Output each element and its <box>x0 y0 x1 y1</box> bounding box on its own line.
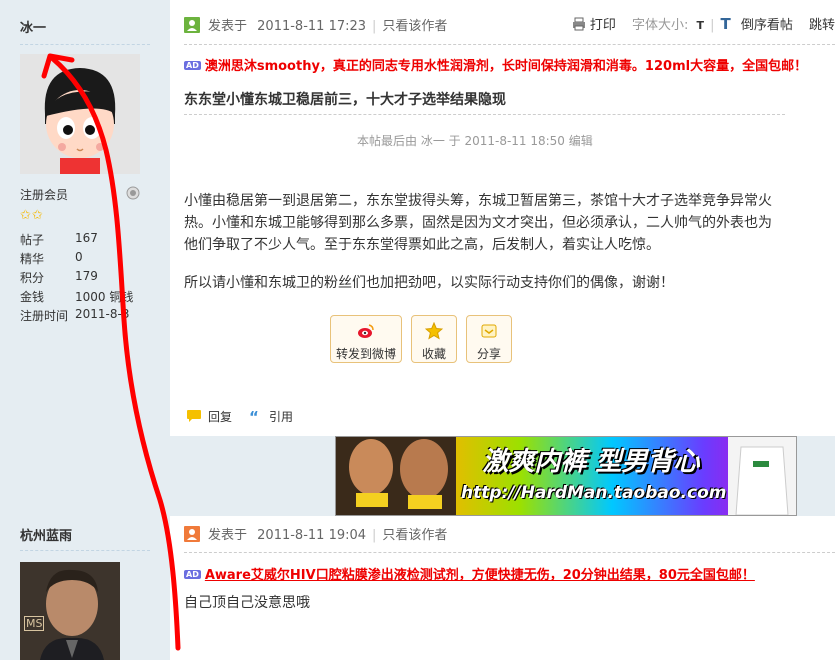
reverse-order-link[interactable]: 倒序看帖 <box>741 18 793 33</box>
banner-headline: 激爽内裤 型男背心 <box>482 447 700 477</box>
cartoon-avatar-image <box>20 54 140 174</box>
user-group[interactable]: 注册会员 <box>20 186 68 203</box>
share-button-label: 转发到微博 <box>335 347 396 361</box>
post1-header: 发表于 2011-8-11 17:23 | 只看该作者 <box>184 15 447 39</box>
jump-link[interactable]: 跳转 <box>809 18 835 33</box>
share-button-label: 分享 <box>476 347 501 361</box>
stat-points: 积分 179 <box>20 269 170 287</box>
stat-value[interactable]: 179 <box>75 269 98 283</box>
reply-label[interactable]: 回复 <box>208 410 232 424</box>
online-status-icon <box>126 186 140 200</box>
post2-author-name[interactable]: 杭州蓝雨 <box>20 525 72 544</box>
avatar-watermark: MS <box>24 616 45 631</box>
stat-label: 金钱 <box>20 290 45 304</box>
posted-time: 2011-8-11 17:23 <box>257 19 367 34</box>
favorite-button[interactable]: 收藏 <box>411 315 457 363</box>
stat-value[interactable]: 0 <box>75 250 83 264</box>
banner-url[interactable]: http://HardMan.taobao.com <box>461 483 726 503</box>
quote-link[interactable]: “ 引用 <box>249 408 293 426</box>
edited-note: 本帖最后由 冰一 于 2011-8-11 18:50 编辑 <box>357 134 593 148</box>
stat-label: 积分 <box>20 271 45 285</box>
post-author-icon <box>184 526 200 542</box>
only-author-link[interactable]: 只看该作者 <box>382 528 447 543</box>
reply-link[interactable]: 回复 <box>186 408 232 425</box>
post2-header: 发表于 2011-8-11 19:04 | 只看该作者 <box>184 524 447 548</box>
post1-avatar[interactable] <box>20 54 140 174</box>
posted-label: 发表于 <box>208 19 248 34</box>
post2-ad[interactable]: AD Aware艾威尔HIV口腔粘膜渗出液检测试剂，方便快捷无伤，20分钟出结果，… <box>184 564 755 583</box>
font-size-label: 字体大小: <box>632 18 689 33</box>
star-icon <box>412 321 456 340</box>
post-title: 东东堂小懂东城卫稳居前三，十大才子选举结果隐现 <box>184 92 506 108</box>
sidebar-divider <box>20 44 150 45</box>
ad-text[interactable]: Aware艾威尔HIV口腔粘膜渗出液检测试剂，方便快捷无伤，20分钟出结果，80… <box>205 568 755 583</box>
ad-text[interactable]: 澳洲思沐smoothy，真正的同志专用水性润滑剂，长时间保持润滑和消毒。120m… <box>205 59 807 74</box>
header-divider <box>184 44 835 45</box>
print-icon[interactable] <box>572 17 586 31</box>
sidebar-divider <box>20 550 150 551</box>
ad-badge: AD <box>184 61 201 70</box>
share-button-label: 收藏 <box>421 347 446 361</box>
stat-value[interactable]: 167 <box>75 231 98 245</box>
post1-author-sidebar: 冰一 注册会员 ✩✩ 帖子 167 精华 0 积分 179 金钱 1000 铜钱… <box>0 0 170 436</box>
share-weibo-button[interactable]: 转发到微博 <box>330 315 402 363</box>
posted-time: 2011-8-11 19:04 <box>257 528 367 543</box>
share-button[interactable]: 分享 <box>466 315 512 363</box>
post-body: 小懂由稳居第一到退居第二，东东堂拔得头筹，东城卫暂居第三，茶馆十大才子选举竞争异… <box>184 193 772 253</box>
stat-label: 精华 <box>20 252 45 266</box>
stat-digest: 精华 0 <box>20 250 170 268</box>
stat-posts: 帖子 167 <box>20 231 170 249</box>
rank-stars-icon: ✩✩ <box>20 208 44 223</box>
stat-value: 2011-8-3 <box>75 307 130 321</box>
posted-label: 发表于 <box>208 528 248 543</box>
only-author-link[interactable]: 只看该作者 <box>382 19 447 34</box>
quote-icon: “ <box>249 408 259 426</box>
post-body-2: 所以请小懂和东城卫的粉丝们也加把劲吧，以实际行动支持你们的偶像，谢谢！ <box>184 275 674 291</box>
share-icon <box>467 322 511 340</box>
stat-label: 注册时间 <box>20 309 69 323</box>
post2-avatar[interactable]: MS <box>20 562 120 660</box>
post1-author-name[interactable]: 冰一 <box>20 17 46 36</box>
photo-avatar-image <box>20 562 120 660</box>
reply-icon <box>186 409 202 423</box>
post1-ad[interactable]: AD 澳洲思沐smoothy，真正的同志专用水性润滑剂，长时间保持润滑和消毒。12… <box>184 55 807 74</box>
header-divider <box>184 552 835 553</box>
print-link[interactable]: 打印 <box>590 18 616 33</box>
font-large-button[interactable]: T <box>720 15 730 33</box>
stat-register-date: 注册时间 2011-8-3 <box>20 307 170 325</box>
stat-money: 金钱 1000 铜钱 <box>20 288 170 306</box>
ad-badge: AD <box>184 570 201 579</box>
quote-label[interactable]: 引用 <box>269 410 293 424</box>
banner-ad[interactable]: 激爽内裤 型男背心 http://HardMan.taobao.com <box>335 436 797 516</box>
title-divider <box>184 114 785 115</box>
post2-body: 自己顶自己没意思哦 <box>184 595 310 611</box>
font-small-button[interactable]: T <box>697 19 705 32</box>
post-author-icon <box>184 17 200 33</box>
post-toolbar: 打印 字体大小: T | T 倒序看帖 跳转 <box>572 14 835 33</box>
stat-label: 帖子 <box>20 233 45 247</box>
weibo-icon <box>331 322 401 340</box>
stat-value: 1000 铜钱 <box>75 290 134 304</box>
